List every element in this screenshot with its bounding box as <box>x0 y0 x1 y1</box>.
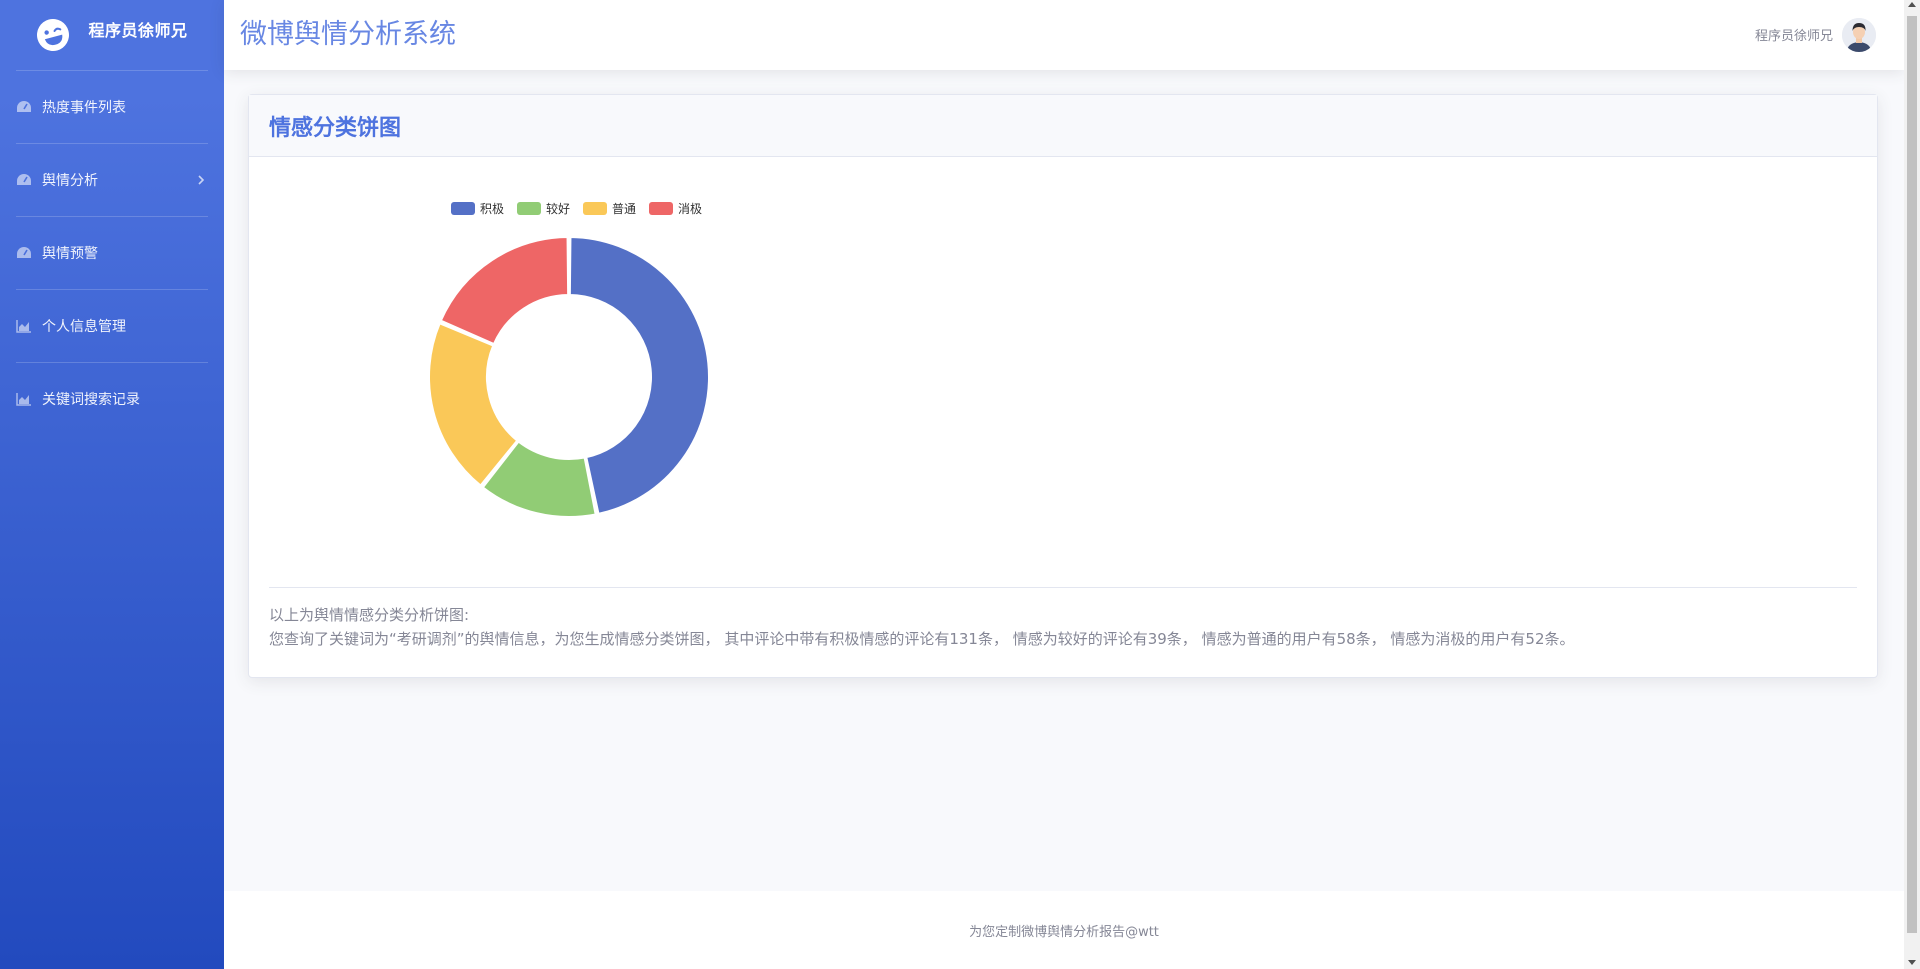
legend-item-1[interactable]: 较好 <box>517 201 570 216</box>
pie-slice-3[interactable] <box>439 236 570 345</box>
chart-area-icon <box>16 320 31 333</box>
sidebar-item-label: 关键词搜索记录 <box>42 392 140 408</box>
chevron-right-icon <box>198 175 205 185</box>
legend-label: 较好 <box>546 201 570 216</box>
sidebar-item-hot-events[interactable]: 热度事件列表 <box>0 71 224 143</box>
footer-text: 为您定制微博舆情分析报告@wtt <box>969 924 1159 940</box>
sentiment-pie-chart: 积极 较好 普通 消极 <box>428 201 710 518</box>
sidebar: 程序员徐师兄 热度事件列表 舆情分析 舆情预警 个人信息管理 关键词搜索记录 <box>0 0 224 969</box>
legend-label: 普通 <box>612 202 636 216</box>
legend-item-0[interactable]: 积极 <box>451 202 504 216</box>
tachometer-icon <box>17 247 31 258</box>
description-line-1: 以上为舆情情感分类分析饼图: <box>269 606 470 624</box>
legend-item-3[interactable]: 消极 <box>649 202 702 216</box>
card-body: 积极 较好 普通 消极 以上为舆情情感分类分析饼图: 您查询了关键词为“考研调剂”的舆… <box>249 157 1877 677</box>
sidebar-item-label: 个人信息管理 <box>42 319 126 335</box>
footer: 为您定制微博舆情分析报告@wtt <box>224 891 1904 969</box>
legend-swatch <box>517 202 541 215</box>
description-line-2: 您查询了关键词为“考研调剂”的舆情信息，为您生成情感分类饼图， 其中评论中带有积… <box>269 630 1575 648</box>
sidebar-item-keyword-history[interactable]: 关键词搜索记录 <box>0 363 224 435</box>
sidebar-item-label: 舆情预警 <box>42 246 98 262</box>
laugh-wink-icon <box>37 19 70 51</box>
chart-area-icon <box>16 393 31 406</box>
legend-swatch <box>583 202 607 215</box>
topbar: 微博舆情分析系统 程序员徐师兄 <box>224 0 1904 70</box>
system-title: 微博舆情分析系统 <box>240 19 456 50</box>
sidebar-item-personal-info[interactable]: 个人信息管理 <box>0 290 224 362</box>
sidebar-item-label: 舆情分析 <box>42 173 98 189</box>
scroll-down-arrow-icon[interactable] <box>1908 960 1916 965</box>
legend-label: 积极 <box>480 202 504 216</box>
avatar[interactable] <box>1842 18 1876 52</box>
sidebar-item-opinion-analysis[interactable]: 舆情分析 <box>0 144 224 216</box>
legend-swatch <box>649 202 673 215</box>
sidebar-brand[interactable]: 程序员徐师兄 <box>0 0 224 70</box>
scroll-up-arrow-icon[interactable] <box>1908 2 1916 7</box>
page-scrollbar[interactable] <box>1904 0 1920 969</box>
legend-item-2[interactable]: 普通 <box>583 202 636 216</box>
sidebar-item-label: 热度事件列表 <box>42 100 126 116</box>
brand-name: 程序员徐师兄 <box>88 21 188 40</box>
pie-slice-0[interactable] <box>568 236 710 515</box>
scroll-thumb[interactable] <box>1907 16 1917 933</box>
legend-label: 消极 <box>678 202 702 216</box>
card-header: 情感分类饼图 <box>249 95 1877 157</box>
tachometer-icon <box>17 101 31 112</box>
sentiment-pie-card: 情感分类饼图 积极 较好 普通 消极 以上为舆情情感分类分析饼图: 您查询了关键词为“… <box>248 94 1878 678</box>
legend-swatch <box>451 202 475 215</box>
card-divider <box>269 587 1857 588</box>
user-name[interactable]: 程序员徐师兄 <box>1755 25 1833 44</box>
card-title: 情感分类饼图 <box>269 115 402 141</box>
tachometer-icon <box>17 174 31 185</box>
sidebar-item-opinion-warning[interactable]: 舆情预警 <box>0 217 224 289</box>
chart-description: 以上为舆情情感分类分析饼图: 您查询了关键词为“考研调剂”的舆情信息，为您生成情… <box>269 603 1575 651</box>
user-avatar-icon <box>1842 18 1876 52</box>
